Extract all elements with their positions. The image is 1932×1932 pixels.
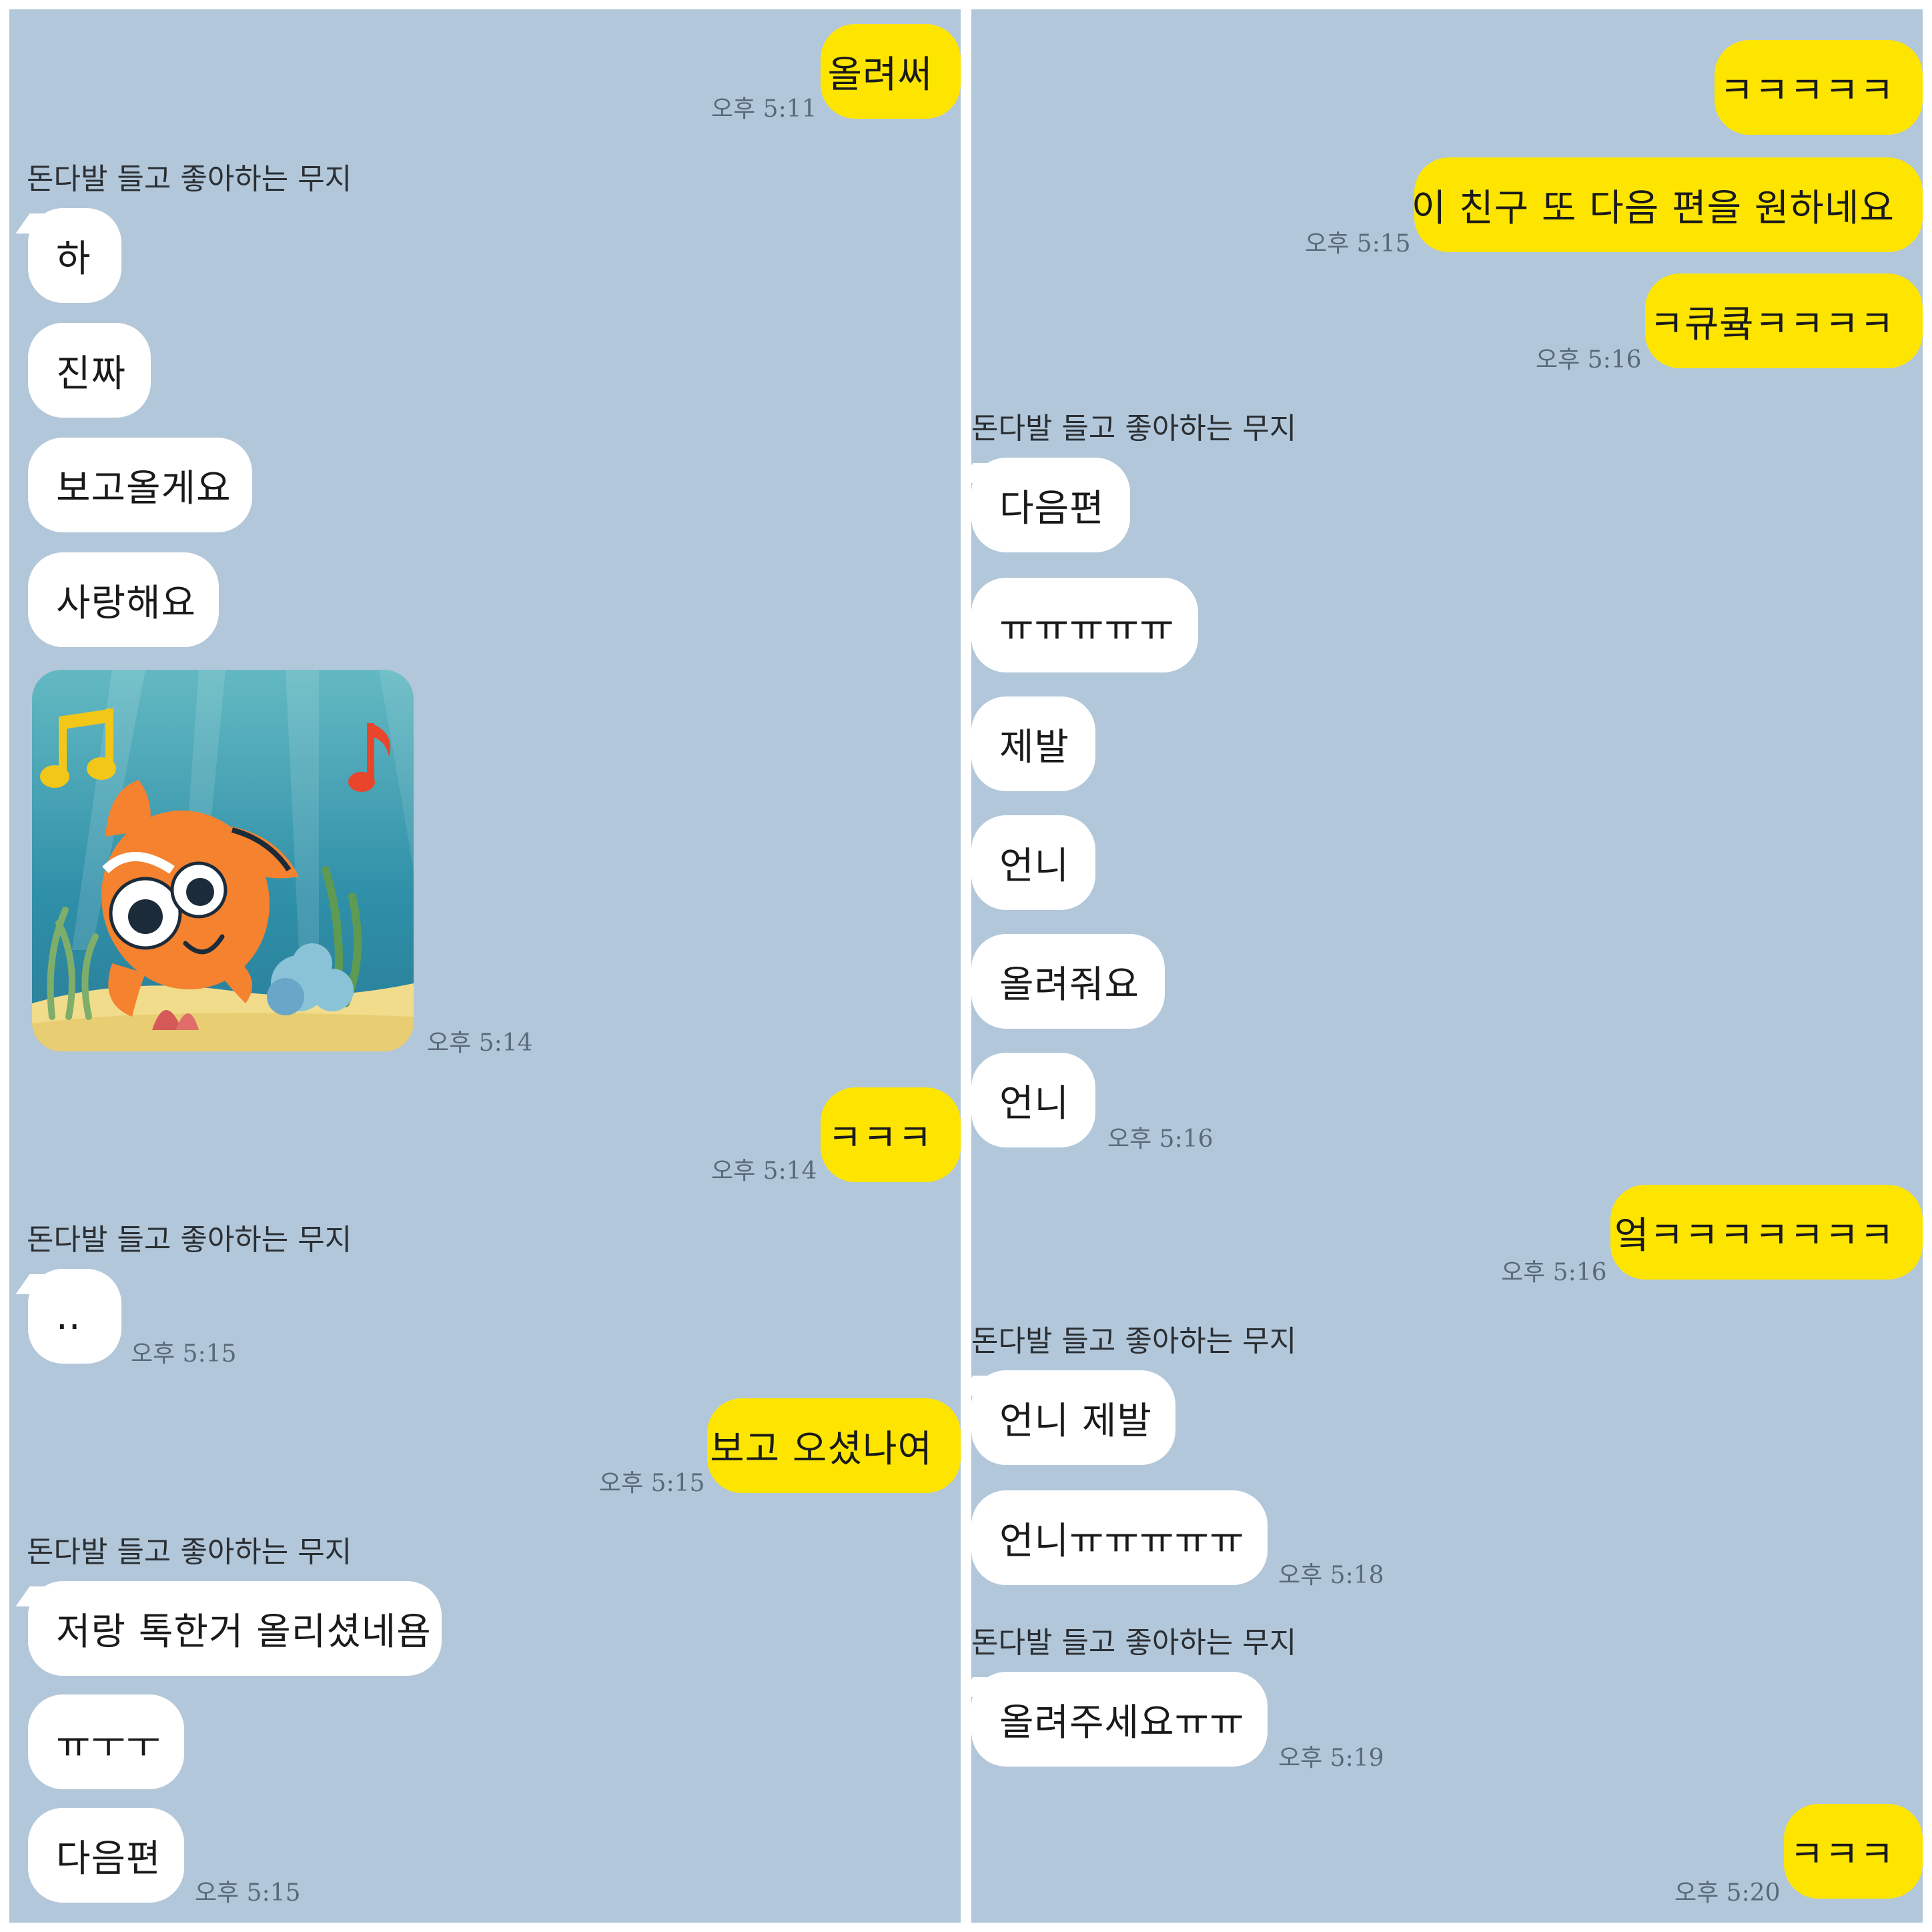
message-outgoing[interactable]: 올려써 bbox=[821, 24, 961, 119]
chat-panel-right[interactable]: ㅋㅋㅋㅋㅋ 이 친구 또 다음 편을 원하네요 오후 5:15 ㅋ큐큨ㅋㅋㅋㅋ … bbox=[971, 9, 1923, 1923]
timestamp: 오후 5:20 bbox=[1674, 1879, 1781, 1907]
message-incoming[interactable]: ㅠㅠㅠㅠㅠ bbox=[971, 578, 1198, 672]
message-incoming[interactable]: 제발 bbox=[971, 696, 1095, 791]
sender-name: 돈다발 들고 좋아하는 무지 bbox=[971, 1626, 1297, 1660]
message-incoming[interactable]: 언니 bbox=[971, 1053, 1095, 1147]
message-incoming[interactable]: 올려줘요 bbox=[971, 934, 1165, 1029]
timestamp: 오후 5:16 bbox=[1536, 346, 1642, 374]
message-incoming[interactable]: 보고올게요 bbox=[28, 438, 252, 532]
message-incoming[interactable]: .. bbox=[28, 1269, 121, 1364]
timestamp: 오후 5:15 bbox=[1305, 230, 1411, 258]
sender-name: 돈다발 들고 좋아하는 무지 bbox=[971, 1324, 1297, 1358]
timestamp: 오후 5:15 bbox=[131, 1340, 237, 1368]
message-outgoing[interactable]: ㅋㅋㅋ bbox=[1784, 1804, 1923, 1899]
sender-name: 돈다발 들고 좋아하는 무지 bbox=[27, 1223, 352, 1257]
panel-divider bbox=[961, 0, 971, 1932]
timestamp: 오후 5:16 bbox=[1501, 1259, 1607, 1286]
timestamp: 오후 5:19 bbox=[1278, 1745, 1384, 1772]
chat-panel-left[interactable]: 올려써 오후 5:11 돈다발 들고 좋아하는 무지 하 진짜 보고올게요 사랑… bbox=[9, 9, 961, 1923]
message-incoming[interactable]: 언니ㅠㅠㅠㅠㅠ bbox=[971, 1490, 1268, 1585]
message-incoming[interactable]: 다음편 bbox=[971, 458, 1130, 552]
timestamp: 오후 5:15 bbox=[599, 1470, 705, 1497]
timestamp: 오후 5:14 bbox=[711, 1157, 817, 1185]
message-incoming[interactable]: 올려주세요ㅠㅠ bbox=[971, 1672, 1268, 1767]
sender-name: 돈다발 들고 좋아하는 무지 bbox=[971, 412, 1297, 446]
message-outgoing[interactable]: 보고 오셨나여 bbox=[707, 1398, 961, 1493]
clownfish-music-emoticon[interactable] bbox=[32, 670, 414, 1051]
timestamp: 오후 5:11 bbox=[711, 95, 817, 123]
message-incoming[interactable]: 하 bbox=[28, 208, 121, 303]
timestamp: 오후 5:14 bbox=[427, 1029, 533, 1057]
sender-name: 돈다발 들고 좋아하는 무지 bbox=[27, 1535, 352, 1569]
message-outgoing[interactable]: ㅋ큐큨ㅋㅋㅋㅋ bbox=[1645, 274, 1923, 368]
message-incoming[interactable]: 언니 bbox=[971, 815, 1095, 910]
timestamp: 오후 5:18 bbox=[1278, 1562, 1384, 1589]
message-incoming[interactable]: 진짜 bbox=[28, 323, 151, 418]
message-incoming[interactable]: 언니 제발 bbox=[971, 1370, 1175, 1465]
message-outgoing[interactable]: ㅋㅋㅋ bbox=[821, 1087, 961, 1182]
message-incoming[interactable]: 저랑 톡한거 올리셨네욤 bbox=[28, 1581, 442, 1676]
timestamp: 오후 5:16 bbox=[1107, 1125, 1214, 1153]
message-incoming[interactable]: 사랑해요 bbox=[28, 552, 219, 647]
message-outgoing[interactable]: 엌ㅋㅋㅋㅋㅋㅋㅋ bbox=[1610, 1185, 1923, 1280]
message-incoming[interactable]: 다음편 bbox=[28, 1808, 184, 1903]
sender-name: 돈다발 들고 좋아하는 무지 bbox=[27, 162, 352, 196]
timestamp: 오후 5:15 bbox=[195, 1879, 301, 1907]
message-outgoing[interactable]: 이 친구 또 다음 편을 원하네요 bbox=[1412, 157, 1923, 252]
message-outgoing[interactable]: ㅋㅋㅋㅋㅋ bbox=[1715, 40, 1923, 135]
message-incoming[interactable]: ㅠㅜㅜ bbox=[28, 1695, 184, 1789]
